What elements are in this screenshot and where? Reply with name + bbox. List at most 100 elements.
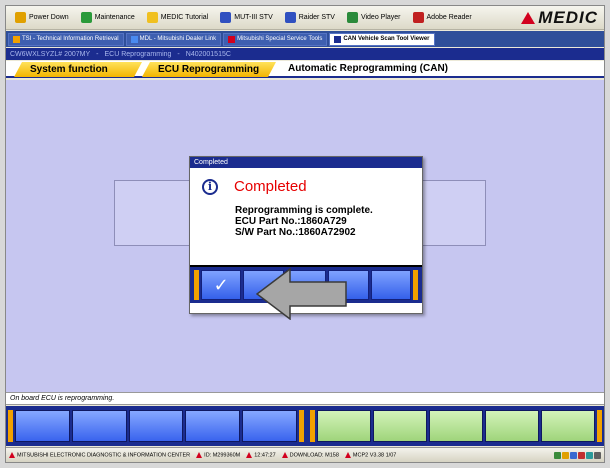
ecu-part-number: ECU Part No.:1860A729 xyxy=(235,216,347,227)
mitsubishi-logo-icon xyxy=(9,451,15,458)
function-key[interactable] xyxy=(485,410,539,442)
function-tab-bar: System function ECU Reprogramming Automa… xyxy=(6,61,604,78)
tab-special-service-tools[interactable]: Mitsubishi Special Service Tools xyxy=(223,32,328,46)
launcher-toolbar: Power Down Maintenance MEDIC Tutorial MU… xyxy=(6,6,604,30)
pointer-arrow-icon xyxy=(256,268,347,320)
function-key[interactable] xyxy=(71,410,127,442)
tab-ecu-reprogramming[interactable]: ECU Reprogramming xyxy=(142,62,276,77)
medic-logo: MEDIC xyxy=(521,8,598,28)
system-tray xyxy=(554,451,601,459)
tab-tsi-label: TSI - Technical Information Retrieval xyxy=(22,36,119,42)
function-keys-right xyxy=(310,410,602,442)
wrench-icon xyxy=(80,12,92,23)
video-icon xyxy=(346,12,358,23)
ok-button[interactable]: ✓ xyxy=(201,270,242,300)
tab-can-vehicle-scan-tool-viewer[interactable]: CAN Vehicle Scan Tool Viewer xyxy=(329,32,435,46)
tab-ecu-reprogramming-label: ECU Reprogramming xyxy=(158,64,260,75)
system-status-bar: MITSUBISHI ELECTRONIC DIAGNOSTIC & INFOR… xyxy=(6,447,604,462)
breadcrumb-vin: CW6WXLSYZL# 2007MY xyxy=(10,50,91,58)
device-id: ID: M299360M xyxy=(204,452,241,459)
key-group-edge xyxy=(8,410,13,442)
tab-can-viewer-label: CAN Vehicle Scan Tool Viewer xyxy=(343,36,430,42)
scan-tool-icon xyxy=(220,12,232,23)
breadcrumb-separator: - xyxy=(96,50,99,58)
status-item-time: 12:47:27 xyxy=(246,451,276,458)
function-key[interactable] xyxy=(185,410,241,442)
center-name: MITSUBISHI ELECTRONIC DIAGNOSTIC & INFOR… xyxy=(17,452,191,459)
function-key[interactable] xyxy=(429,410,483,442)
dialog-message-line: Reprogramming is complete. xyxy=(235,205,373,216)
mitsubishi-logo-icon xyxy=(281,451,288,458)
function-key[interactable] xyxy=(541,410,595,442)
tab-special-service-tools-label: Mitsubishi Special Service Tools xyxy=(237,36,323,42)
medic-tutorial-label: MEDIC Tutorial xyxy=(160,14,209,21)
video-player-label: Video Player xyxy=(360,14,401,21)
adobe-reader-button[interactable]: Adobe Reader xyxy=(408,8,477,28)
function-key[interactable] xyxy=(128,410,184,442)
tab-mdl-label: MDL - Mitsubishi Dealer Link xyxy=(139,36,217,42)
status-item-center: MITSUBISHI ELECTRONIC DIAGNOSTIC & INFOR… xyxy=(9,451,191,459)
button-bar-right-edge xyxy=(413,270,419,300)
power-down-button[interactable]: Power Down xyxy=(10,8,74,28)
power-down-label: Power Down xyxy=(29,14,69,21)
current-screen-title: Automatic Reprogramming (CAN) xyxy=(288,63,449,74)
status-item-mcp: MCP2 V3.38 1/07 xyxy=(344,451,397,459)
video-player-button[interactable]: Video Player xyxy=(342,8,406,28)
button-bar-left-edge xyxy=(194,270,199,300)
key-group-edge xyxy=(298,410,304,442)
maintenance-button[interactable]: Maintenance xyxy=(76,8,140,28)
mdl-icon xyxy=(130,35,138,43)
dialog-message: Reprogramming is complete. ECU Part No.:… xyxy=(190,195,422,238)
tutorial-icon xyxy=(146,12,158,23)
raider-icon xyxy=(284,12,296,23)
dialog-header: i Completed xyxy=(190,168,422,195)
dialog-heading: Completed xyxy=(234,178,307,195)
medic-window: Power Down Maintenance MEDIC Tutorial MU… xyxy=(5,5,605,463)
status-item-id: ID: M299360M xyxy=(196,451,241,459)
function-key-bar xyxy=(6,406,604,446)
breadcrumb-separator: - xyxy=(177,50,180,58)
adobe-reader-label: Adobe Reader xyxy=(426,14,472,21)
medic-tutorial-button[interactable]: MEDIC Tutorial xyxy=(142,8,213,28)
breadcrumb-section: ECU Reprogramming xyxy=(104,50,172,58)
tray-icon[interactable] xyxy=(594,451,601,459)
tray-icon[interactable] xyxy=(578,451,585,459)
tab-system-function-label: System function xyxy=(30,64,108,75)
breadcrumb-part: N402001515C xyxy=(185,50,231,58)
dialog-empty-key xyxy=(370,270,412,300)
tray-icon[interactable] xyxy=(554,451,561,459)
function-key[interactable] xyxy=(15,410,70,442)
mut3-stv-button[interactable]: MUT-III STV xyxy=(215,8,278,28)
pdf-icon xyxy=(412,12,424,23)
tray-icon[interactable] xyxy=(570,451,577,459)
browser-tab-strip: TSI - Technical Information Retrieval MD… xyxy=(6,31,604,47)
raider-stv-button[interactable]: Raider STV xyxy=(280,8,340,28)
dialog-title: Completed xyxy=(190,157,422,168)
mitsubishi-logo-icon xyxy=(246,451,253,458)
tray-icon[interactable] xyxy=(586,451,593,459)
tab-system-function[interactable]: System function xyxy=(14,62,142,77)
key-group-edge xyxy=(310,410,315,442)
mitsubishi-logo-icon xyxy=(344,451,351,458)
status-item-download: DOWNLOAD: M158 xyxy=(281,451,339,459)
function-key[interactable] xyxy=(242,410,297,442)
status-message: On board ECU is reprogramming. xyxy=(6,392,604,405)
maintenance-label: Maintenance xyxy=(94,14,135,21)
medic-logo-text: MEDIC xyxy=(538,7,598,27)
download-version: DOWNLOAD: M158 xyxy=(289,452,339,459)
info-icon: i xyxy=(202,178,218,195)
raider-stv-label: Raider STV xyxy=(298,14,335,21)
mitsubishi-icon xyxy=(228,35,236,43)
tray-icon[interactable] xyxy=(562,451,569,459)
mcp-version: MCP2 V3.38 1/07 xyxy=(352,452,397,459)
work-area: Completed i Completed Reprogramming is c… xyxy=(6,80,604,392)
tab-tsi[interactable]: TSI - Technical Information Retrieval xyxy=(8,32,124,46)
function-key[interactable] xyxy=(317,410,371,442)
scan-viewer-icon xyxy=(334,35,342,43)
mitsubishi-logo-icon xyxy=(521,11,536,24)
tab-mdl[interactable]: MDL - Mitsubishi Dealer Link xyxy=(125,32,222,46)
tsi-icon xyxy=(13,35,20,43)
function-key[interactable] xyxy=(373,410,427,442)
mitsubishi-logo-icon xyxy=(196,451,203,458)
checkmark-icon: ✓ xyxy=(213,274,229,296)
